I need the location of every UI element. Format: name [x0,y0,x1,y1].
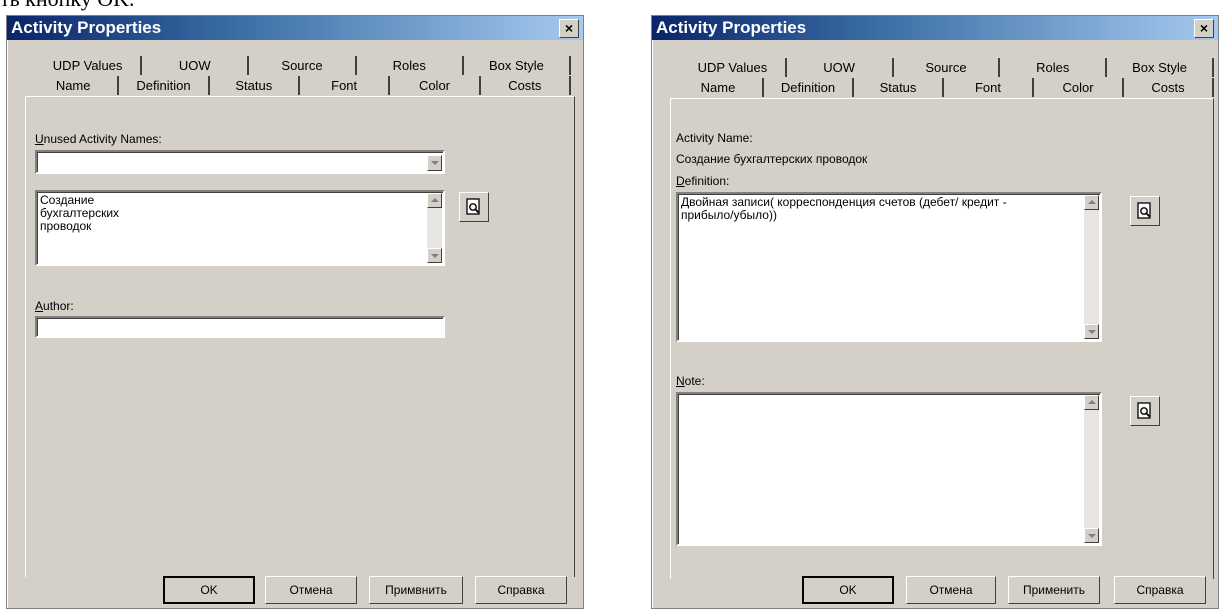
tab-color[interactable]: Color [1034,78,1124,97]
definition-value: Двойная записи( корреспонденция счетов (… [681,195,1007,222]
tab-udp-values[interactable]: UDP Values [680,58,787,77]
magnifier-document-icon [1137,202,1151,219]
note-label: Note: [676,374,705,388]
tab-font[interactable]: Font [300,76,391,95]
tab-status[interactable]: Status [210,76,300,95]
unused-activity-names-combobox[interactable] [35,150,445,174]
tab-row-2: Name Definition Status Font Color Costs [29,76,571,95]
tab-row-2: Name Definition Status Font Color Costs [674,78,1214,97]
unused-activity-names-label: Unused Activity Names: [35,132,162,146]
tab-row-1: UDP Values UOW Source Roles Box Style [35,56,572,75]
tab-roles[interactable]: Roles [1000,58,1108,77]
apply-button[interactable]: Примвнить [369,576,463,604]
note-browse-button[interactable] [1130,396,1160,426]
author-input[interactable] [35,316,445,338]
tab-definition[interactable]: Definition [764,78,854,97]
close-button[interactable]: × [1194,19,1214,38]
close-button[interactable]: × [559,19,579,38]
vertical-scrollbar[interactable] [1084,195,1099,339]
activity-name-value: Создание бухгалтерских проводок [40,193,120,233]
definition-browse-button[interactable] [1130,196,1160,226]
scroll-up-button[interactable] [1084,395,1099,410]
help-button[interactable]: Справка [1114,576,1206,604]
window-title: Activity Properties [656,18,807,37]
tab-udp-values[interactable]: UDP Values [35,56,143,75]
activity-properties-dialog-definition: Activity Properties × UDP Values UOW Sou… [651,15,1219,609]
help-button[interactable]: Справка [475,576,567,604]
window-title: Activity Properties [11,18,162,37]
tab-source[interactable]: Source [894,58,1001,77]
vertical-scrollbar[interactable] [1084,395,1099,543]
magnifier-document-icon [466,198,480,215]
tab-status[interactable]: Status [854,78,944,97]
scroll-down-button[interactable] [1084,528,1099,543]
tab-row-1: UDP Values UOW Source Roles Box Style [680,58,1214,77]
scroll-up-button[interactable] [427,193,442,208]
apply-button[interactable]: Применить [1008,576,1100,604]
scroll-up-button[interactable] [1084,195,1099,210]
tab-roles[interactable]: Roles [357,56,464,75]
tab-uow[interactable]: UOW [787,58,894,77]
tab-source[interactable]: Source [249,56,357,75]
combobox-dropdown-button[interactable] [427,155,442,171]
tab-box-style[interactable]: Box Style [1107,58,1214,77]
ok-button[interactable]: OK [802,576,894,604]
tab-name[interactable]: Name [674,78,764,97]
tab-costs[interactable]: Costs [481,76,571,95]
activity-name-textarea[interactable]: Создание бухгалтерских проводок [35,190,445,266]
browse-button[interactable] [459,192,489,222]
title-bar[interactable]: Activity Properties × [652,16,1218,40]
scroll-down-button[interactable] [1084,324,1099,339]
definition-textarea[interactable]: Двойная записи( корреспонденция счетов (… [676,192,1102,342]
tab-box-style[interactable]: Box Style [464,56,572,75]
activity-name-value: Создание бухгалтерских проводок [676,152,868,166]
tab-uow[interactable]: UOW [142,56,250,75]
definition-label: Definition: [676,174,730,188]
tab-font[interactable]: Font [944,78,1034,97]
activity-name-label: Activity Name: [676,131,753,145]
ok-button[interactable]: OK [163,576,255,604]
note-textarea[interactable] [676,392,1102,546]
document-text-fragment: ть кнопку OK. [0,0,135,12]
cancel-button[interactable]: Отмена [265,576,357,604]
title-bar[interactable]: Activity Properties × [7,16,583,40]
activity-properties-dialog-name: Activity Properties × UDP Values UOW Sou… [6,15,584,609]
author-label: Author: [35,299,74,313]
tab-definition[interactable]: Definition [119,76,210,95]
tab-costs[interactable]: Costs [1124,78,1214,97]
tab-color[interactable]: Color [390,76,481,95]
tab-name[interactable]: Name [29,76,120,95]
magnifier-document-icon [1137,402,1151,419]
scroll-down-button[interactable] [427,248,442,263]
cancel-button[interactable]: Отмена [906,576,996,604]
